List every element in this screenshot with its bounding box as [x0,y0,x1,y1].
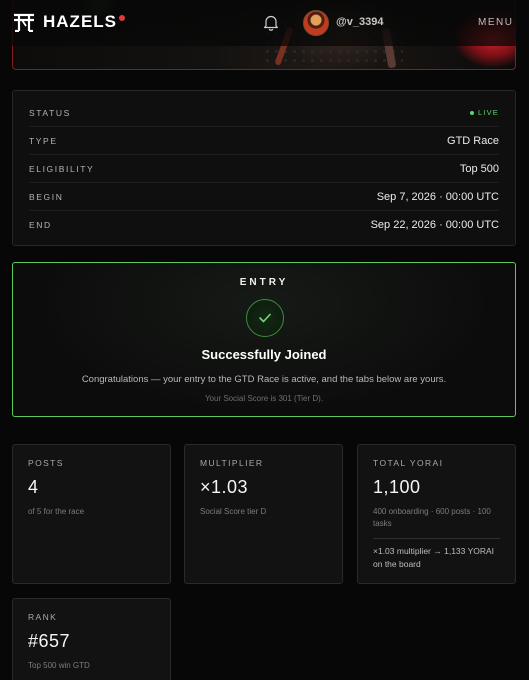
live-dot-icon [469,110,474,115]
stat-subtext: Social Score tier D [200,507,267,516]
stat-card-multiplier: MULTIPLIER ×1.03 Social Score tier D [184,444,343,584]
info-label: BEGIN [29,191,64,202]
stat-value: #657 [28,631,71,651]
notifications-bell-icon[interactable] [263,14,279,31]
stat-value: ×1.03 [200,477,249,497]
info-label: END [29,220,52,230]
brand-badge [119,14,125,21]
info-value: Sep 22, 2026 · 00:00 UTC [370,219,499,231]
stat-card-rank: RANK #657 Top 500 win GTD [12,598,171,680]
divider [373,538,500,539]
social-score-note: Your Social Score is 301 (Tier D). [204,394,324,403]
entry-confirmation-card: ENTRY Successfully Joined Congratulation… [12,262,516,417]
info-value: GTD Race [447,134,499,147]
entry-heading: Successfully Joined [201,347,327,362]
success-check-icon [246,299,284,337]
race-info-card: STATUS LIVE TYPE GTD Race ELIGIBILITY To… [12,90,516,246]
info-label: ELIGIBILITY [29,163,95,174]
top-navbar: HAZELS @v_3394 MENU [0,0,529,46]
info-value: Sep 7, 2026 · 00:00 UTC [376,190,499,203]
info-row-end: END Sep 22, 2026 · 00:00 UTC [29,211,499,239]
username-label[interactable]: @v_3394 [336,16,383,28]
stat-value: 1,100 [373,477,421,497]
info-row-type: TYPE GTD Race [29,127,499,155]
stat-label: RANK [28,612,58,622]
stat-value: 4 [28,477,39,497]
menu-button[interactable]: MENU [478,17,513,28]
status-value: LIVE [477,108,499,117]
info-value: Top 500 [459,162,499,175]
stat-subtext: of 5 for the race [28,507,85,516]
brand-name: HAZELS [43,12,117,31]
stat-card-total-yorai: TOTAL YORAI 1,100 400 onboarding · 600 p… [357,444,516,584]
logo-mark-icon [14,13,34,32]
entry-message: Congratulations — your entry to the GTD … [81,374,447,385]
stat-subtext: Top 500 win GTD [28,661,90,670]
info-label: TYPE [29,135,58,146]
multiplier-result: ×1.03 multiplier → 1,133 YORAI on the bo… [373,546,495,569]
info-label: STATUS [29,107,71,118]
entry-title: ENTRY [239,277,289,288]
brand-logo[interactable]: HAZELS [13,12,125,32]
stat-subtext: 400 onboarding · 600 posts · 100 tasks [373,507,491,528]
stat-label: TOTAL YORAI [373,458,444,468]
status-badge: LIVE [469,108,499,117]
user-avatar[interactable] [303,10,329,36]
info-row-eligibility: ELIGIBILITY Top 500 [29,155,499,183]
info-row-begin: BEGIN Sep 7, 2026 · 00:00 UTC [29,183,499,211]
checkmark-icon [259,313,271,323]
info-row-status: STATUS LIVE [29,99,499,127]
stat-card-posts: POSTS 4 of 5 for the race [12,444,171,584]
stat-label: POSTS [28,458,64,468]
stat-label: MULTIPLIER [200,458,264,468]
